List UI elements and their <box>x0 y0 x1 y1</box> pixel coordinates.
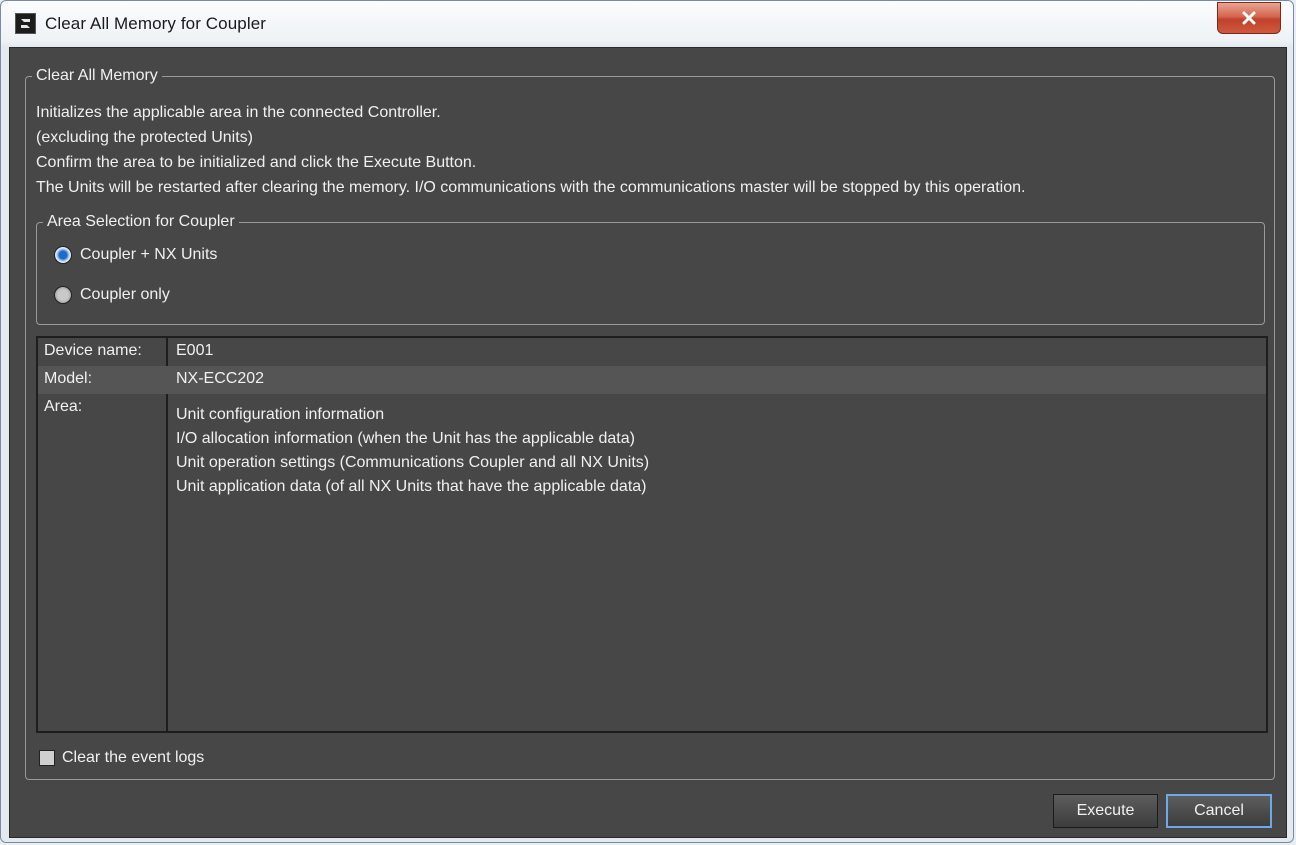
area-selection-group: Area Selection for Coupler <box>36 211 1265 325</box>
radio-label: Coupler + NX Units <box>80 246 218 263</box>
info-row-model: Model: NX-ECC202 <box>38 366 1266 394</box>
radio-unselected-icon <box>54 286 72 304</box>
clear-event-logs-checkbox[interactable]: Clear the event logs <box>39 749 204 767</box>
radio-label: Coupler only <box>80 286 170 303</box>
dialog-window: Clear All Memory for Coupler Clear All M… <box>0 0 1294 843</box>
area-item: Unit operation settings (Communications … <box>176 454 650 471</box>
description-line: (excluding the protected Units) <box>36 129 253 146</box>
description-line: The Units will be restarted after cleari… <box>36 179 1026 196</box>
device-name-label: Device name: <box>44 342 142 359</box>
app-icon <box>15 13 36 34</box>
area-label: Area: <box>44 398 83 415</box>
area-item: Unit application data (of all NX Units t… <box>176 478 647 495</box>
radio-selected-icon <box>54 246 72 264</box>
info-row-device-name: Device name: E001 <box>38 338 1266 366</box>
close-button[interactable] <box>1217 2 1281 34</box>
close-icon <box>1242 11 1256 25</box>
description-text: Initializes the applicable area in the c… <box>36 100 1025 200</box>
device-name-value: E001 <box>176 342 214 359</box>
model-label: Model: <box>44 370 93 387</box>
area-item: Unit configuration information <box>176 406 385 423</box>
area-list: Unit configuration information I/O alloc… <box>176 403 649 499</box>
radio-coupler-nx-units[interactable]: Coupler + NX Units <box>54 246 217 264</box>
clear-event-logs-label: Clear the event logs <box>62 749 205 766</box>
area-selection-legend: Area Selection for Coupler <box>43 211 239 233</box>
model-value: NX-ECC202 <box>176 370 265 387</box>
description-line: Initializes the applicable area in the c… <box>36 104 441 121</box>
title-bar: Clear All Memory for Coupler <box>1 1 1293 47</box>
execute-button[interactable]: Execute <box>1053 794 1158 828</box>
area-item: I/O allocation information (when the Uni… <box>176 430 635 447</box>
cancel-button[interactable]: Cancel <box>1166 794 1272 828</box>
target-info-panel: Device name: E001 Model: NX-ECC202 Area:… <box>36 336 1268 733</box>
window-title: Clear All Memory for Coupler <box>45 14 267 33</box>
radio-coupler-only[interactable]: Coupler only <box>54 286 170 304</box>
clear-all-memory-legend: Clear All Memory <box>32 65 162 87</box>
dialog-body: Clear All Memory Initializes the applica… <box>9 47 1287 838</box>
checkbox-unchecked-icon <box>39 750 55 766</box>
description-line: Confirm the area to be initialized and c… <box>36 154 477 171</box>
